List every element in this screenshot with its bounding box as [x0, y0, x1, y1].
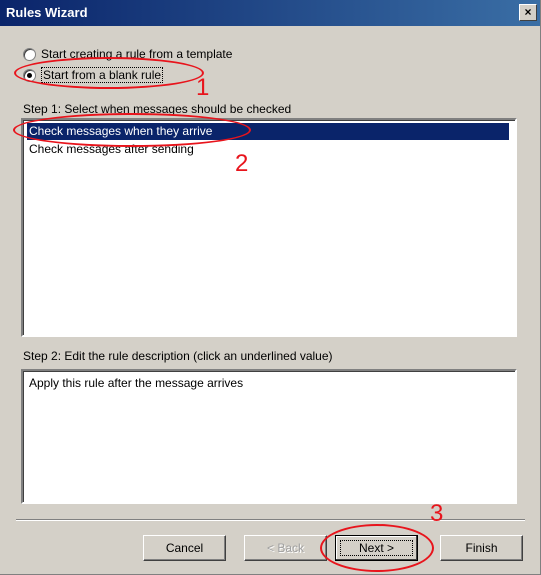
annotation-number-2: 2	[235, 150, 249, 177]
annotation-circle-3	[320, 524, 434, 572]
cancel-button[interactable]: Cancel	[143, 535, 226, 561]
back-button[interactable]: < Back	[244, 535, 327, 561]
step2-label: Step 2: Edit the rule description (click…	[23, 349, 333, 363]
annotation-number-1: 1	[196, 74, 210, 101]
button-separator	[16, 519, 525, 521]
title-bar[interactable]: Rules Wizard ×	[0, 0, 540, 26]
rules-wizard-dialog: Rules Wizard × Start creating a rule fro…	[0, 0, 541, 575]
finish-button[interactable]: Finish	[440, 535, 523, 561]
annotation-number-3: 3	[430, 500, 444, 527]
step1-conditions-list[interactable]: Check messages when they arrive Check me…	[21, 118, 517, 337]
rule-description-text: Apply this rule after the message arrive…	[29, 376, 244, 390]
radio-button[interactable]	[23, 47, 36, 61]
rule-description-box[interactable]: Apply this rule after the message arrive…	[21, 369, 517, 504]
annotation-circle-2	[13, 113, 251, 147]
close-button[interactable]: ×	[519, 4, 537, 21]
window-title: Rules Wizard	[6, 5, 88, 20]
annotation-circle-1	[14, 57, 204, 89]
